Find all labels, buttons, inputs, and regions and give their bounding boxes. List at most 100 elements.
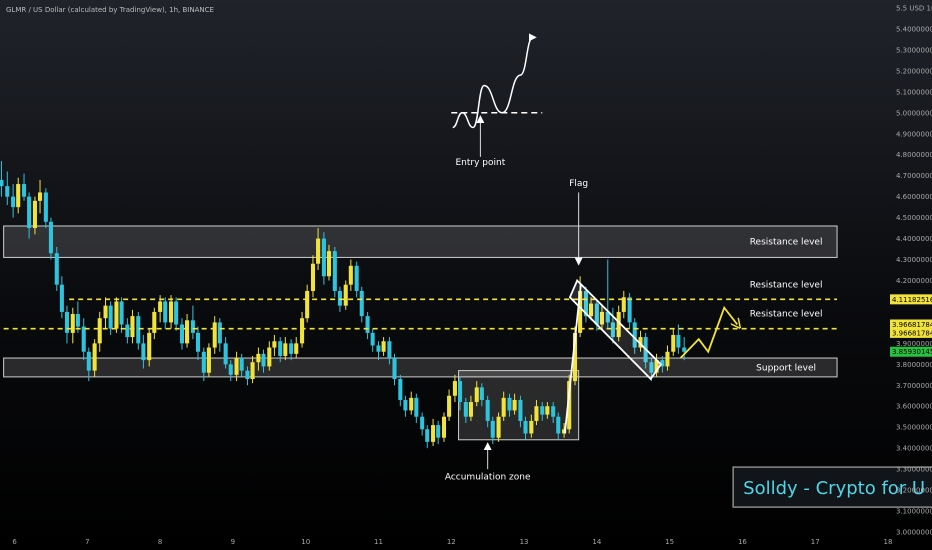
candle-body xyxy=(86,351,91,371)
y-tick-label: 3.30000000 xyxy=(896,466,932,474)
candle-body xyxy=(300,318,305,344)
candle-body xyxy=(32,200,37,229)
candle-body xyxy=(108,305,113,329)
candle-body xyxy=(627,297,632,323)
candle-body xyxy=(11,196,16,208)
candle-body xyxy=(125,324,130,338)
candle-body xyxy=(190,320,195,333)
y-tick-label: 5.30000000 xyxy=(896,46,932,54)
candle-body xyxy=(37,192,43,201)
candle-body xyxy=(250,362,255,379)
candle-body xyxy=(267,347,272,367)
candle-body xyxy=(48,221,53,254)
y-tick-label: 3.70000000 xyxy=(896,382,932,390)
candle-body xyxy=(523,420,528,434)
y-tick-label: 3.50000000 xyxy=(896,424,932,432)
candle-body xyxy=(501,397,506,417)
candle-body xyxy=(272,341,277,348)
candle-body xyxy=(398,378,403,400)
candle-body xyxy=(403,399,408,411)
candle-body xyxy=(343,284,348,306)
candle-body xyxy=(278,341,283,356)
y-tick-label: 4.60000000 xyxy=(896,193,932,201)
zone-resistance-level xyxy=(3,225,838,258)
candle-body xyxy=(103,305,108,319)
candle-body xyxy=(348,265,353,285)
candle-body xyxy=(54,253,59,285)
candle-body xyxy=(420,416,425,430)
candle-body xyxy=(81,326,86,352)
candle-body xyxy=(534,406,539,421)
x-tick-label: 8 xyxy=(158,538,162,546)
zone-support-level xyxy=(3,357,838,378)
x-tick-label: 9 xyxy=(231,538,235,546)
candle-body xyxy=(556,416,561,434)
candle-body xyxy=(261,353,266,367)
candle-body xyxy=(354,265,359,291)
x-tick-label: 12 xyxy=(447,538,456,546)
candle-body xyxy=(289,343,294,354)
candle-body xyxy=(682,347,687,352)
candle-body xyxy=(545,406,550,415)
candle-body xyxy=(452,381,457,396)
candle-body xyxy=(130,316,135,338)
candle-body xyxy=(59,284,64,312)
candle-body xyxy=(5,186,10,197)
candle-body xyxy=(310,263,316,291)
price-label: 3.85930145 xyxy=(892,348,932,356)
x-tick-label: 7 xyxy=(85,538,89,546)
y-tick-label: 3.00000000 xyxy=(896,529,932,537)
candle-body xyxy=(21,184,27,197)
candle-body xyxy=(409,397,414,411)
candle-body xyxy=(463,402,468,417)
candle-body xyxy=(676,334,681,348)
x-tick-label: 11 xyxy=(374,538,383,546)
candle-body xyxy=(392,358,397,379)
candle-body xyxy=(201,351,206,373)
candle-body xyxy=(485,399,490,421)
candle-body xyxy=(228,364,233,375)
candle-body xyxy=(16,184,21,208)
y-tick-label: 3.20000000 xyxy=(896,487,932,495)
candle-body xyxy=(158,301,163,312)
candle-body xyxy=(119,301,124,325)
x-tick-label: 16 xyxy=(738,538,747,546)
candle-body xyxy=(43,192,48,222)
x-tick-label: 17 xyxy=(811,538,820,546)
candle-body xyxy=(152,311,157,333)
candle-body xyxy=(551,406,556,417)
candle-body xyxy=(92,343,97,371)
x-tick-label: 14 xyxy=(592,538,601,546)
candle-body xyxy=(490,420,495,438)
candle-body xyxy=(337,290,342,306)
candle-body xyxy=(147,332,152,361)
candle-body xyxy=(529,420,534,434)
resistance-label: Resistance level xyxy=(750,280,823,290)
candle-body xyxy=(283,343,288,356)
resistance-label: Resistance level xyxy=(750,310,823,320)
candle-body xyxy=(256,353,261,363)
y-tick-label: 4.70000000 xyxy=(896,172,932,180)
candle-body xyxy=(223,343,228,365)
y-tick-label: 4.90000000 xyxy=(896,130,932,138)
candle-body xyxy=(326,251,332,277)
candle-body xyxy=(305,290,310,319)
annotation-entry-point: Entry point xyxy=(456,158,506,168)
y-tick-label: 4.20000000 xyxy=(896,277,932,285)
y-tick-label: 4.30000000 xyxy=(896,256,932,264)
y-tick-label: 3.90000000 xyxy=(896,340,932,348)
chart-title: GLMR / US Dollar (calculated by TradingV… xyxy=(6,6,214,14)
y-tick-label: 5.10000000 xyxy=(896,88,932,96)
x-tick-label: 6 xyxy=(12,538,17,546)
y-tick-label: 5.40000000 xyxy=(896,25,932,33)
candle-body xyxy=(518,399,523,421)
price-label: 4.11182516 xyxy=(892,296,932,304)
candle-body xyxy=(431,425,436,442)
price-label: 3.96681784 xyxy=(892,329,932,337)
x-tick-label: 13 xyxy=(520,538,529,546)
candle-body xyxy=(370,332,375,346)
candle-body xyxy=(365,316,370,333)
candle-body xyxy=(540,406,545,415)
candle-body xyxy=(75,314,80,327)
candle-body xyxy=(321,238,326,277)
